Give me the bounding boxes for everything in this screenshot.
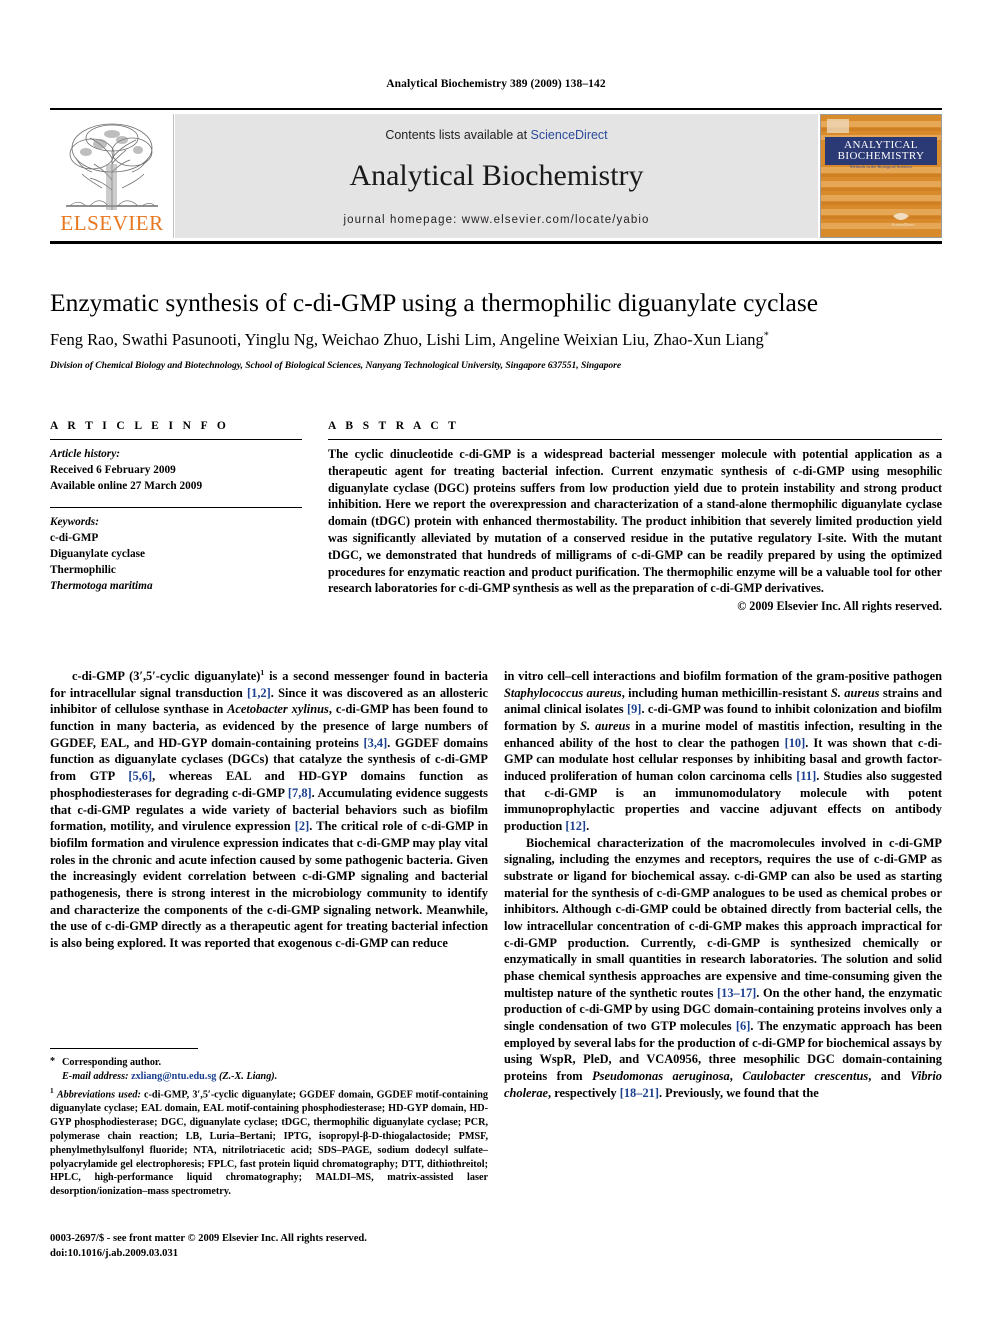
footer-issn-block: 0003-2697/$ - see front matter © 2009 El…: [50, 1232, 550, 1261]
citation-link[interactable]: [3,4]: [364, 736, 388, 750]
text-run: . Previously, we found that the: [658, 1085, 819, 1100]
keywords-label: Keywords:: [50, 516, 99, 529]
corresponding-author-marker: *: [763, 330, 769, 342]
keyword-item: Thermotoga maritima: [50, 580, 153, 593]
keyword-item: Diguanylate cyclase: [50, 548, 146, 561]
email-note: E-mail address: zxliang@ntu.edu.sg (Z.-X…: [50, 1070, 488, 1084]
text-run: c-di-GMP (3′,5′-cyclic diguanylate): [72, 669, 261, 684]
elsevier-wordmark: ELSEVIER: [60, 211, 164, 235]
journal-title: Analytical Biochemistry: [349, 159, 644, 192]
article-info-column: A R T I C L E I N F O Article history: R…: [50, 420, 302, 594]
journal-masthead: ELSEVIER Contents lists available at Sci…: [50, 108, 942, 238]
elsevier-tree-icon: [66, 123, 158, 210]
text-run: .: [586, 819, 590, 834]
article-online-date: Available online 27 March 2009: [50, 480, 203, 493]
species-name: Staphylococcus aureus: [504, 685, 622, 700]
species-name: Acetobacter xylinus: [227, 702, 329, 717]
article-info-heading: A R T I C L E I N F O: [50, 420, 230, 432]
issn-line: 0003-2697/$ - see front matter © 2009 El…: [50, 1233, 367, 1244]
abstract-divider: [328, 439, 942, 440]
citation-link[interactable]: [9]: [627, 702, 641, 716]
species-name: S. aureus: [580, 719, 631, 734]
paragraph: Biochemical characterization of the macr…: [504, 835, 942, 1102]
text-run: in vitro cell–cell interactions and biof…: [504, 669, 942, 683]
text-run: , and: [868, 1069, 911, 1084]
paper-page: Analytical Biochemistry 389 (2009) 138–1…: [0, 0, 992, 1323]
page-title: Enzymatic synthesis of c-di-GMP using a …: [50, 288, 819, 317]
text-run: c-di-GMP, 3′,5′-cyclic diguanylate; GGDE…: [50, 1089, 488, 1198]
author-names: Feng Rao, Swathi Pasunooti, Yinglu Ng, W…: [50, 330, 764, 349]
citation-link[interactable]: [1,2]: [247, 686, 271, 700]
citation-link[interactable]: [6]: [736, 1019, 750, 1033]
masthead-inner: ELSEVIER Contents lists available at Sci…: [50, 114, 942, 238]
footnote-block: * Corresponding author. E-mail address: z…: [50, 1048, 488, 1199]
journal-homepage-line[interactable]: journal homepage: www.elsevier.com/locat…: [175, 214, 818, 226]
article-info-divider: [50, 439, 302, 440]
body-column-right: in vitro cell–cell interactions and biof…: [504, 668, 942, 1101]
citation-link[interactable]: [5,6]: [128, 769, 152, 783]
citation-link[interactable]: [18–21]: [620, 1086, 659, 1100]
abstract-copyright: © 2009 Elsevier Inc. All rights reserved…: [737, 599, 942, 614]
doi-line: doi:10.1016/j.ab.2009.03.031: [50, 1247, 179, 1259]
corresponding-author-note: * Corresponding author.: [50, 1056, 488, 1070]
citation-link[interactable]: [10]: [785, 736, 806, 750]
journal-cover-thumbnail: ANALYTICAL BIOCHEMISTRY Methods in the B…: [820, 114, 942, 238]
masthead-bottom-rule: [50, 241, 942, 244]
abbreviations-label: Abbreviations used:: [56, 1089, 141, 1101]
email-label: E-mail address:: [62, 1070, 129, 1082]
text-run: Biochemical characterization of the macr…: [504, 835, 942, 1000]
footnote-marker: 1: [50, 1085, 54, 1095]
sciencedirect-link[interactable]: ScienceDirect: [531, 128, 608, 142]
text-run: . The critical role of c-di-GMP in biofi…: [50, 819, 488, 950]
elsevier-logo: ELSEVIER: [50, 114, 174, 238]
keyword-item: c-di-GMP: [50, 532, 99, 545]
contents-available-line: Contents lists available at ScienceDirec…: [175, 128, 818, 142]
svg-text:BIOCHEMISTRY: BIOCHEMISTRY: [838, 150, 925, 162]
citation-link[interactable]: [13–17]: [717, 986, 756, 1000]
text-run: , including human methicillin-resistant: [621, 685, 831, 700]
email-link[interactable]: zxliang@ntu.edu.sg: [131, 1071, 216, 1082]
citation-link[interactable]: [7,8]: [288, 786, 312, 800]
species-name: Pseudomonas aeruginosa: [592, 1069, 730, 1084]
text-run: ,: [729, 1069, 743, 1084]
cover-art: ANALYTICAL BIOCHEMISTRY Methods in the B…: [821, 115, 941, 237]
paragraph: in vitro cell–cell interactions and biof…: [504, 668, 942, 835]
article-history-label: Article history:: [50, 448, 120, 460]
svg-text:Methods in the Biological Scie: Methods in the Biological Sciences: [850, 164, 912, 169]
article-received-date: Received 6 February 2009: [50, 464, 176, 477]
species-name: S. aureus: [830, 685, 880, 700]
abbreviations-note: 1 Abbreviations used: c-di-GMP, 3′,5′-cy…: [50, 1086, 488, 1199]
body-column-left: c-di-GMP (3′,5′-cyclic diguanylate)1 is …: [50, 668, 488, 952]
text-run: (Z.-X. Liang).: [216, 1070, 278, 1082]
affiliation: Division of Chemical Biology and Biotech…: [50, 360, 622, 371]
citation-link[interactable]: [11]: [796, 769, 816, 783]
abstract-column: A B S T R A C T The cyclic dinucleotide …: [328, 420, 942, 614]
text-run: Corresponding author.: [62, 1057, 162, 1069]
keyword-item: Thermophilic: [50, 564, 116, 577]
text-run: , respectively: [548, 1085, 620, 1100]
running-head: Analytical Biochemistry 389 (2009) 138–1…: [386, 78, 606, 90]
asterisk-icon: *: [50, 1056, 56, 1068]
footnote-rule: [50, 1048, 198, 1050]
species-name: Caulobacter crescentus: [742, 1069, 869, 1084]
abstract-heading: A B S T R A C T: [328, 420, 460, 432]
author-list: Feng Rao, Swathi Pasunooti, Yinglu Ng, W…: [50, 330, 942, 350]
paragraph: c-di-GMP (3′,5′-cyclic diguanylate)1 is …: [50, 668, 488, 952]
abstract-text: The cyclic dinucleotide c-di-GMP is a wi…: [328, 447, 942, 596]
citation-link[interactable]: [2]: [295, 819, 309, 833]
citation-link[interactable]: [12]: [565, 819, 586, 833]
journal-band: Contents lists available at ScienceDirec…: [175, 114, 818, 238]
keywords-divider: [50, 507, 302, 509]
svg-text:ScienceDirect: ScienceDirect: [892, 222, 915, 227]
contents-prefix: Contents lists available at: [385, 128, 531, 142]
